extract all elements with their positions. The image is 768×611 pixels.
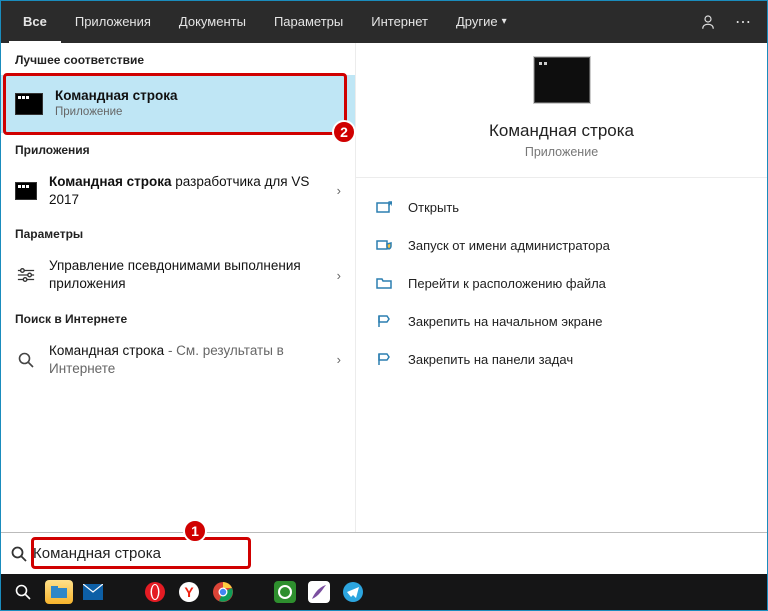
result-setting[interactable]: Управление псевдонимами выполнения прило… bbox=[1, 249, 355, 301]
preview-thumbnail-icon bbox=[534, 57, 590, 103]
action-open[interactable]: Открыть bbox=[374, 188, 749, 226]
preview-pane: Командная строка Приложение Открыть Запу… bbox=[356, 43, 767, 532]
taskbar-mail-icon[interactable] bbox=[79, 580, 107, 604]
taskbar-explorer-icon[interactable] bbox=[45, 580, 73, 604]
chevron-down-icon: ▾ bbox=[502, 16, 507, 27]
result-best-match[interactable]: Командная строка Приложение bbox=[1, 75, 355, 133]
result-title: Командная строка bbox=[55, 87, 341, 105]
result-web[interactable]: Командная строка - См. результаты в Инте… bbox=[1, 334, 355, 386]
action-run-as-admin[interactable]: Запуск от имени администратора bbox=[374, 226, 749, 264]
section-best-match: Лучшее соответствие bbox=[1, 43, 355, 75]
section-settings: Параметры bbox=[1, 217, 355, 249]
action-open-file-location[interactable]: Перейти к расположению файла bbox=[374, 264, 749, 302]
tab-more[interactable]: Другие▾ bbox=[442, 1, 521, 43]
taskbar-search-icon[interactable] bbox=[7, 578, 39, 606]
section-web: Поиск в Интернете bbox=[1, 302, 355, 334]
tab-apps[interactable]: Приложения bbox=[61, 1, 165, 43]
feedback-icon[interactable] bbox=[699, 13, 717, 31]
result-title: Командная строка разработчика для VS 201… bbox=[49, 173, 325, 209]
annotation-badge-2: 2 bbox=[332, 120, 356, 144]
pin-taskbar-icon bbox=[374, 352, 394, 366]
preview-title: Командная строка bbox=[489, 121, 634, 141]
more-options-icon[interactable]: ⋯ bbox=[735, 12, 751, 32]
cmd-thumbnail-icon bbox=[15, 93, 43, 115]
tab-all[interactable]: Все bbox=[9, 1, 61, 43]
taskbar-app-feather-icon[interactable] bbox=[305, 580, 333, 604]
chevron-right-icon: › bbox=[337, 268, 341, 283]
tab-settings[interactable]: Параметры bbox=[260, 1, 357, 43]
admin-shield-icon bbox=[374, 238, 394, 252]
cmd-thumbnail-icon bbox=[15, 182, 37, 200]
preview-actions: Открыть Запуск от имени администратора П… bbox=[356, 178, 767, 388]
taskbar-opera-icon[interactable] bbox=[141, 580, 169, 604]
taskbar: Y bbox=[1, 574, 767, 610]
svg-text:Y: Y bbox=[184, 584, 194, 600]
search-input[interactable] bbox=[33, 545, 757, 562]
result-title: Управление псевдонимами выполнения прило… bbox=[49, 257, 325, 293]
folder-icon bbox=[374, 276, 394, 290]
search-category-tabs: Все Приложения Документы Параметры Интер… bbox=[1, 1, 767, 43]
result-title: Командная строка - См. результаты в Инте… bbox=[49, 342, 325, 378]
action-pin-taskbar[interactable]: Закрепить на панели задач bbox=[374, 340, 749, 378]
alias-settings-icon bbox=[15, 267, 37, 283]
search-icon bbox=[11, 546, 27, 562]
search-icon bbox=[15, 352, 37, 368]
taskbar-app-green-icon[interactable] bbox=[271, 580, 299, 604]
open-icon bbox=[374, 200, 394, 214]
action-pin-start[interactable]: Закрепить на начальном экране bbox=[374, 302, 749, 340]
search-bar: 1 bbox=[1, 532, 767, 574]
annotation-badge-1: 1 bbox=[183, 519, 207, 543]
taskbar-chrome-icon[interactable] bbox=[209, 580, 237, 604]
results-list: Лучшее соответствие Командная строка При… bbox=[1, 43, 356, 532]
taskbar-yandex-icon[interactable]: Y bbox=[175, 580, 203, 604]
tab-documents[interactable]: Документы bbox=[165, 1, 260, 43]
tab-internet[interactable]: Интернет bbox=[357, 1, 442, 43]
pin-start-icon bbox=[374, 314, 394, 328]
result-subtitle: Приложение bbox=[55, 105, 341, 121]
taskbar-telegram-icon[interactable] bbox=[339, 580, 367, 604]
preview-subtitle: Приложение bbox=[525, 145, 598, 159]
section-apps: Приложения bbox=[1, 133, 355, 165]
chevron-right-icon: › bbox=[337, 183, 341, 198]
chevron-right-icon: › bbox=[337, 352, 341, 367]
result-app[interactable]: Командная строка разработчика для VS 201… bbox=[1, 165, 355, 217]
